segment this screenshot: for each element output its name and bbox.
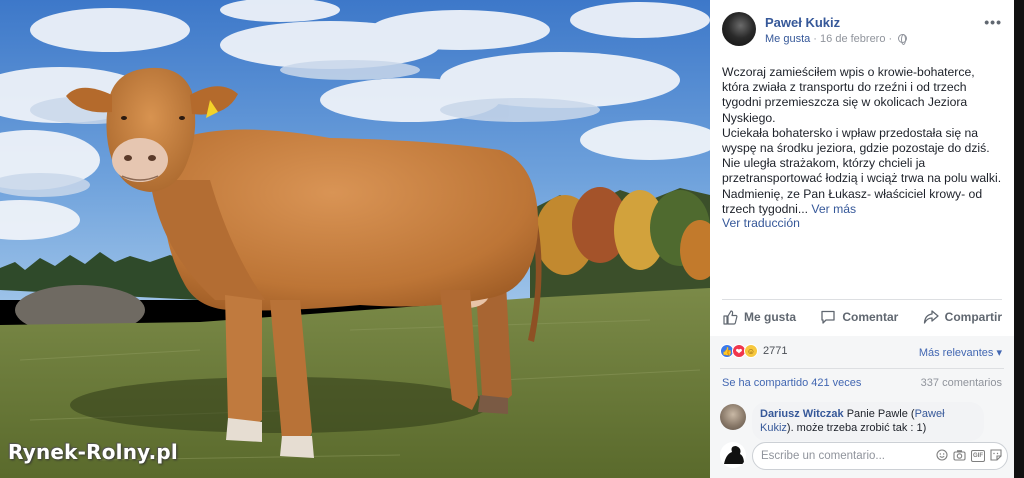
like-button[interactable]: Me gusta [722,305,796,329]
comment-text: Panie Pawle ( [843,408,915,420]
sticker-icon[interactable] [990,449,1002,462]
comment-item: Dariusz Witczak Panie Pawle (Paweł Kukiz… [718,402,1006,441]
post-header: Paweł Kukiz Me gusta · 16 de febrero · •… [722,12,1006,52]
comment-button[interactable]: Comentar [820,305,898,329]
author-name[interactable]: Paweł Kukiz [765,15,840,30]
haha-icon: ☺ [744,344,758,358]
gif-icon[interactable]: GIF [971,450,985,462]
reactions-summary[interactable]: 👍 ❤ ☺ 2771 [720,344,787,358]
share-button[interactable]: Compartir [923,305,1002,329]
like-label: Me gusta [744,310,797,324]
see-translation-link[interactable]: Ver traducción [722,216,800,230]
see-more-link[interactable]: Ver más [811,202,856,216]
post-photo[interactable]: Rynek-Rolny.pl [0,0,710,478]
post-side-panel: Paweł Kukiz Me gusta · 16 de febrero · •… [710,0,1014,478]
camera-icon[interactable] [953,449,966,462]
post-date[interactable]: 16 de febrero [820,33,885,45]
comment-bubble: Dariusz Witczak Panie Pawle (Paweł Kukiz… [752,402,984,441]
author-avatar[interactable] [722,12,756,46]
meta-separator-2: · [885,33,896,45]
user-avatar [720,442,746,468]
comment-sort-dropdown[interactable]: Más relevantes ▾ [919,346,1002,359]
thumbs-up-icon [723,310,738,325]
composer-tools: GIF [931,449,1002,462]
comment-label: Comentar [842,310,899,324]
divider [720,368,1004,369]
window-edge [1014,0,1024,478]
comment-author[interactable]: Dariusz Witczak [760,408,844,420]
meta-separator: · [810,33,821,45]
post-actions: Me gusta Comentar Compartir [722,305,1002,329]
shares-count[interactable]: Se ha compartido 421 veces [722,377,861,389]
post-meta: Me gusta · 16 de febrero · [765,33,908,45]
divider [722,299,1002,300]
post-paragraph: Wczoraj zamieściłem wpis o krowie-bohate… [722,65,975,125]
comment-icon [821,310,835,324]
commenter-avatar[interactable] [720,404,746,430]
comment-text-end: ). może trzeba zrobić tak : 1) [786,421,927,434]
post-paragraph-2: Uciekała bohatersko i wpław przedostała … [722,126,1004,217]
more-options-icon[interactable]: ••• [984,14,1002,30]
post-text: Wczoraj zamieściłem wpis o krowie-bohate… [722,65,1004,217]
comments-count[interactable]: 337 comentarios [921,377,1002,389]
share-label: Compartir [944,310,1002,324]
user-silhouette-icon [724,446,744,464]
page-like-link[interactable]: Me gusta [765,33,810,45]
comment-composer: GIF [718,440,1010,472]
globe-icon [898,34,908,45]
emoji-icon[interactable] [936,449,948,462]
cow-photo-image [0,0,710,478]
post-paragraph-text: Uciekała bohatersko i wpław przedostała … [722,125,1002,216]
share-icon [923,310,939,324]
watermark-text: Rynek-Rolny.pl [8,440,178,464]
reaction-count: 2771 [763,345,788,357]
